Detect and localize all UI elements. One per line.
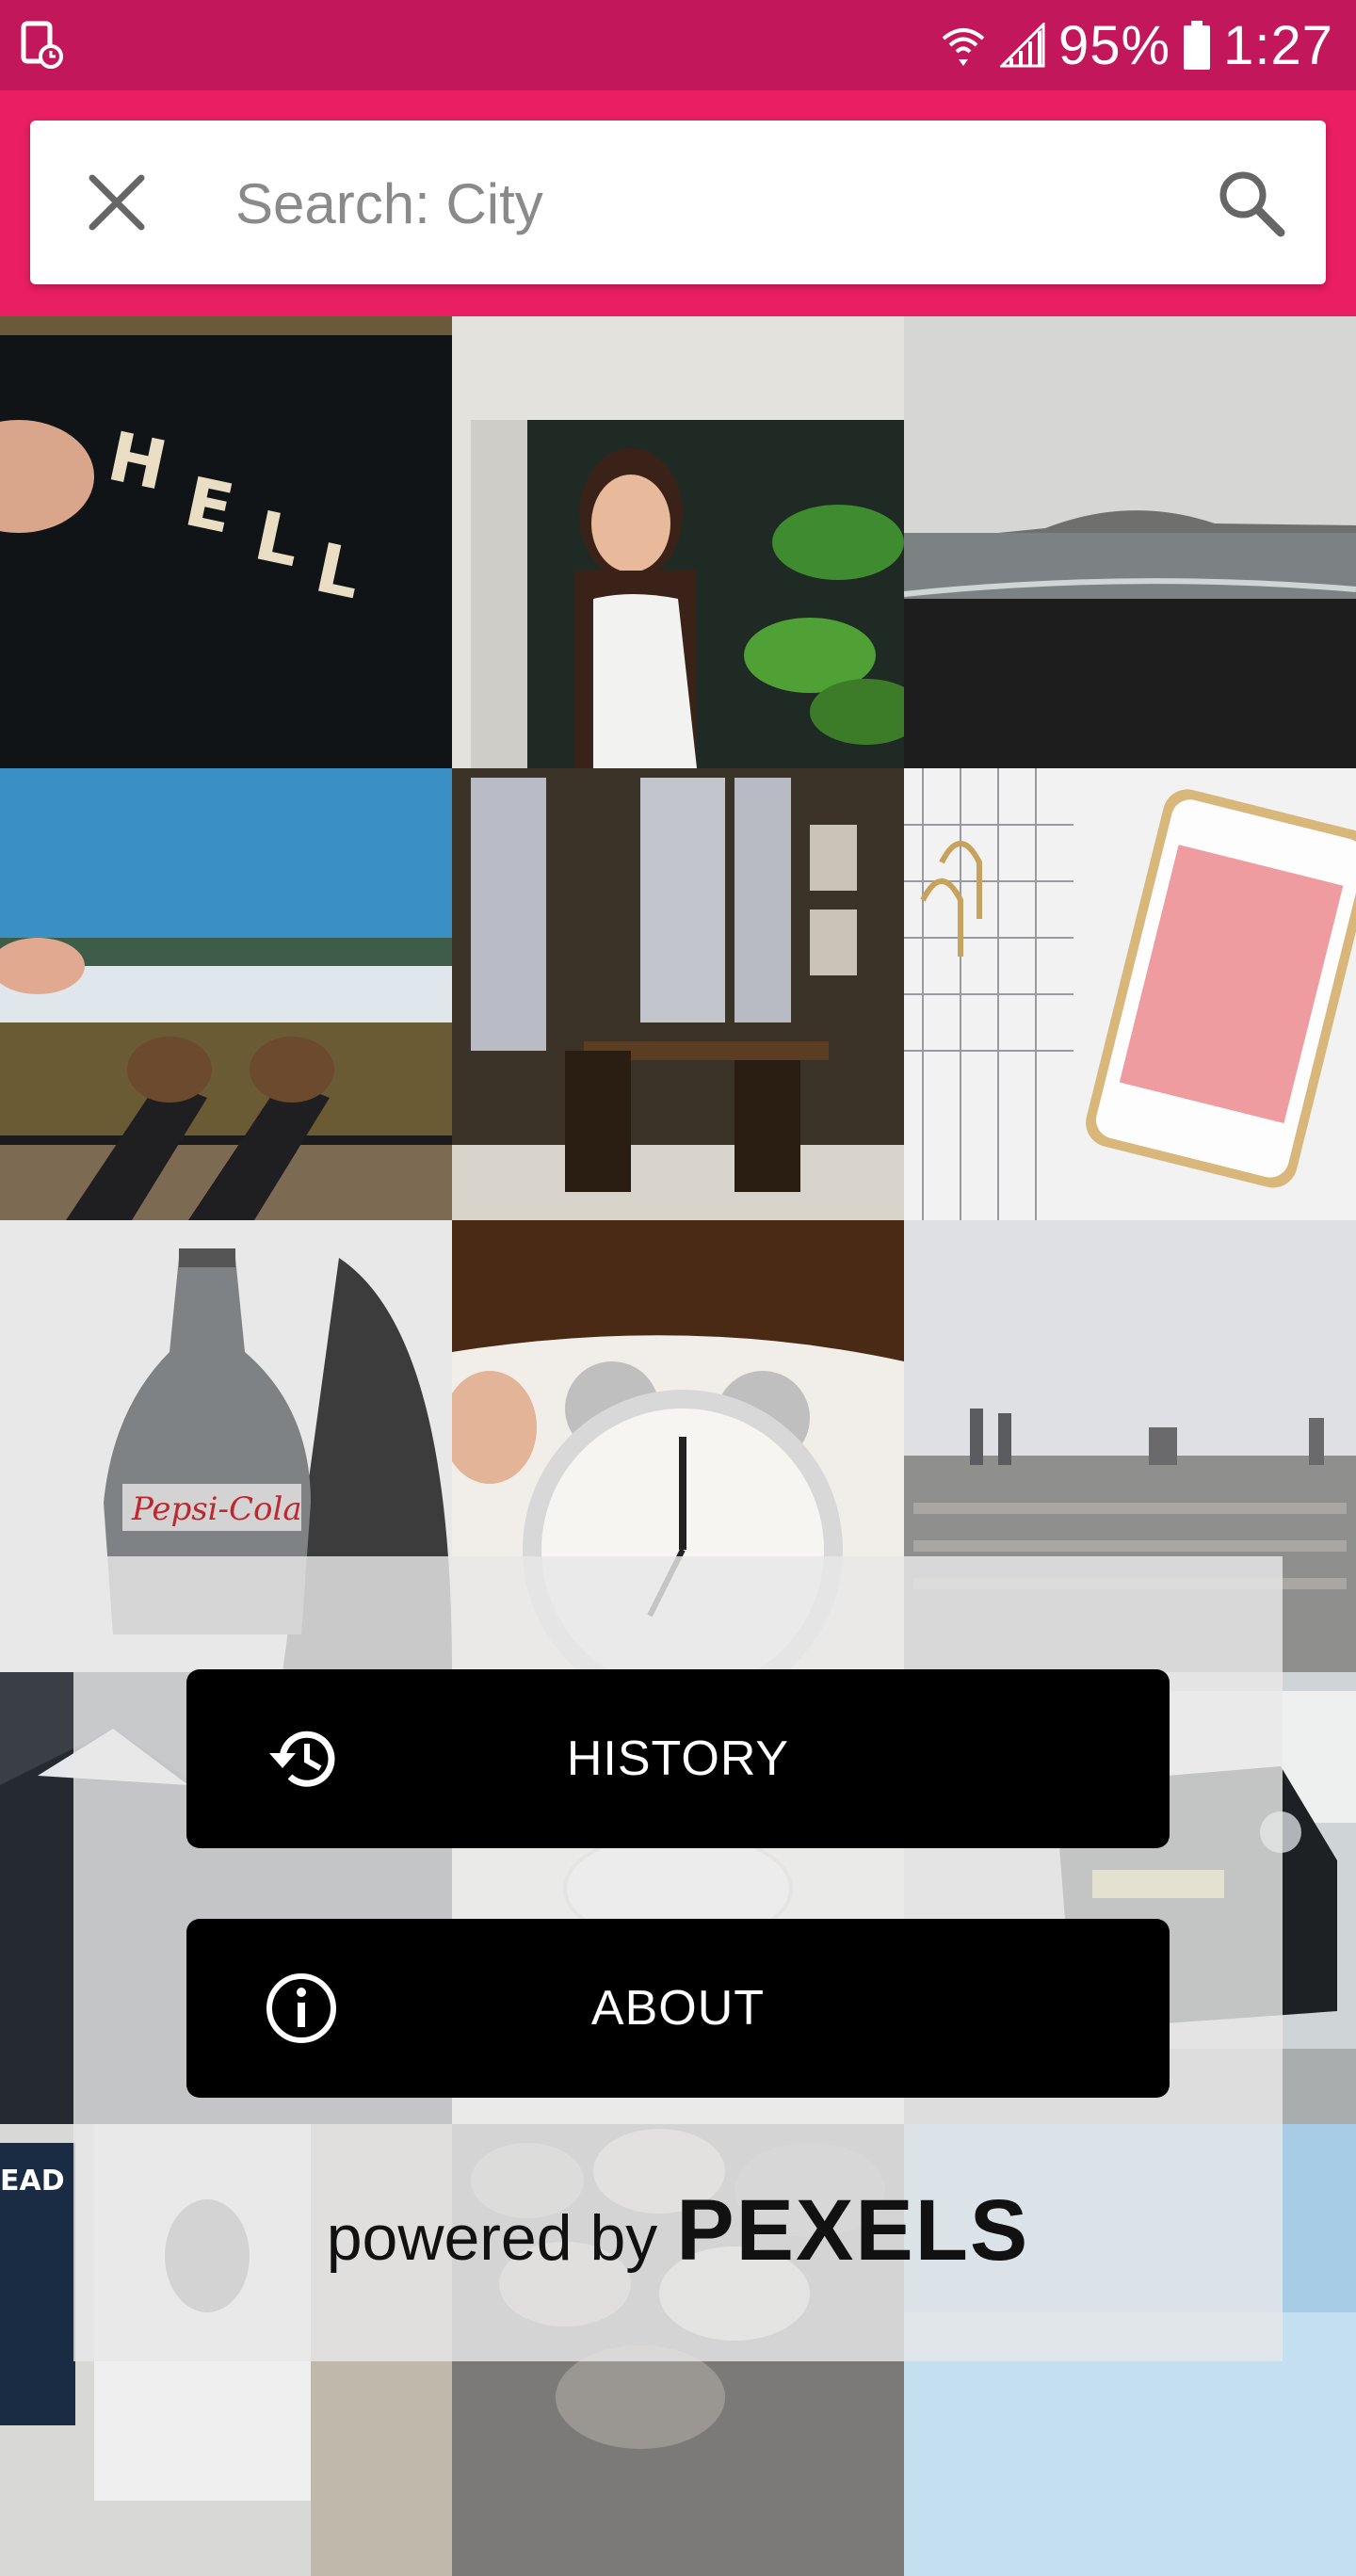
status-bar: 95% 1:27 <box>0 0 1356 90</box>
history-label: HISTORY <box>566 1731 790 1786</box>
photo-sea-shore <box>904 316 1356 768</box>
svg-text:EAD: EAD <box>0 2165 65 2198</box>
history-button[interactable]: HISTORY <box>186 1669 1170 1848</box>
search-icon[interactable] <box>1213 165 1288 240</box>
clock: 1:27 <box>1223 14 1333 76</box>
search-bar <box>30 121 1326 284</box>
about-button[interactable]: ABOUT <box>186 1919 1170 2098</box>
signal-icon <box>1000 23 1045 68</box>
photo-cafe-interior <box>452 768 904 1220</box>
photo-tile[interactable]: HELL <box>0 316 452 768</box>
search-input[interactable] <box>234 139 1179 267</box>
powered-by-text: powered by <box>326 2202 658 2274</box>
photo-feet-over-landscape <box>0 768 452 1220</box>
photo-tile[interactable] <box>904 316 1356 768</box>
photo-hello-letter-board: HELL <box>0 316 452 768</box>
wifi-icon <box>942 28 985 66</box>
photo-tile[interactable] <box>904 768 1356 1220</box>
photo-tile[interactable] <box>452 768 904 1220</box>
powered-by-pexels[interactable]: powered by PEXELS <box>73 2182 1283 2294</box>
photo-woman-in-doorway <box>452 316 904 768</box>
menu-overlay: HISTORY ABOUT powered by PEXELS <box>73 1556 1283 2361</box>
svg-text:Pepsi-Cola: Pepsi-Cola <box>131 1490 302 1528</box>
close-icon[interactable] <box>83 169 151 236</box>
status-right: 95% 1:27 <box>940 0 1333 90</box>
photo-tile[interactable] <box>0 768 452 1220</box>
battery-percent: 95% <box>1058 14 1171 76</box>
pexels-logo: PEXELS <box>676 2182 1030 2278</box>
photo-phone-on-desk <box>904 768 1356 1220</box>
app-bar <box>0 90 1356 316</box>
screenshot-icon <box>21 21 63 69</box>
about-label: ABOUT <box>590 1981 766 2036</box>
battery-icon <box>1184 21 1211 70</box>
photo-tile[interactable] <box>452 316 904 768</box>
